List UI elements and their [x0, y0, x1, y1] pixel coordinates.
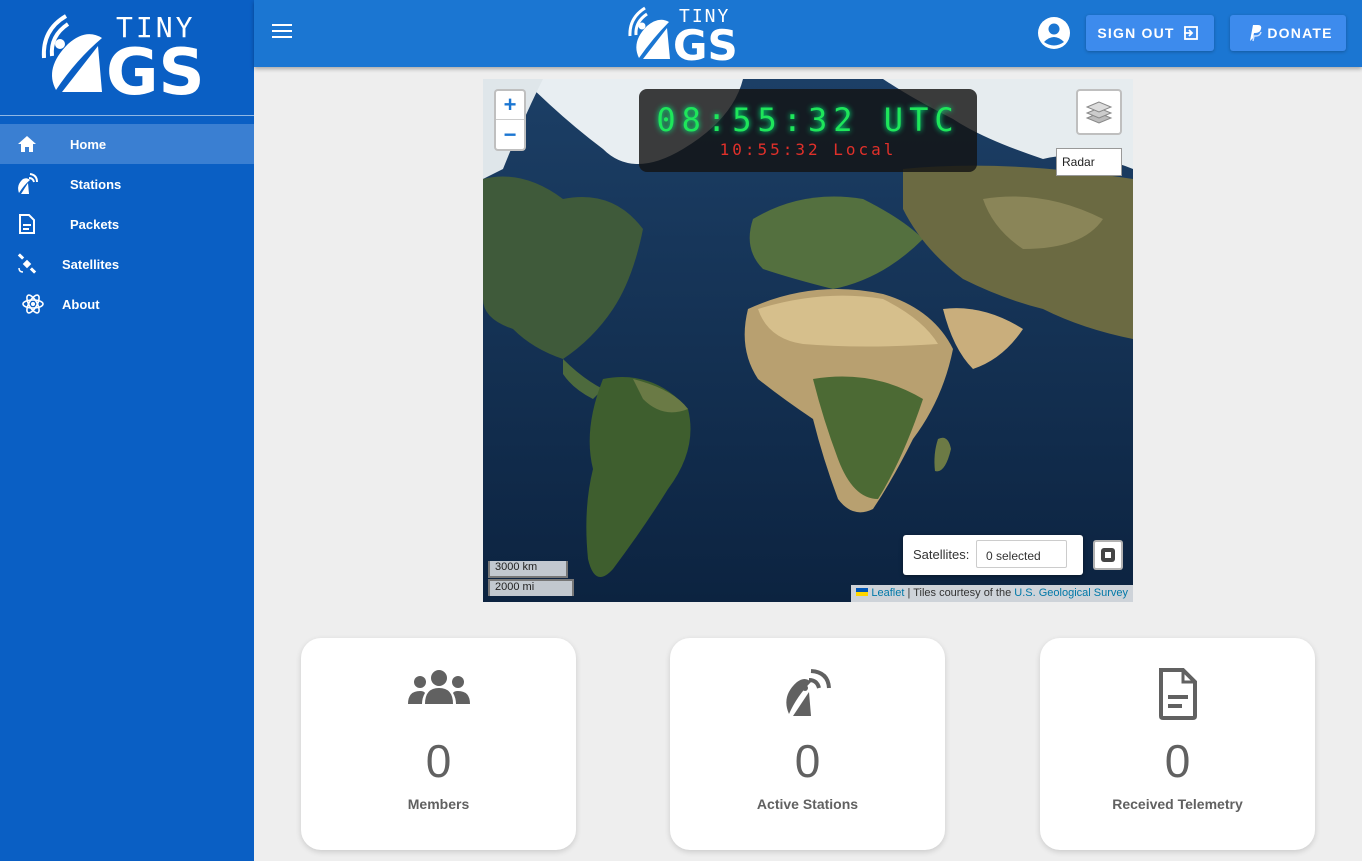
sidebar-item-label: About: [62, 296, 100, 312]
satellites-label: Satellites:: [913, 547, 970, 562]
stat-card-received-telemetry: 0 Received Telemetry: [1040, 638, 1315, 850]
clock-panel: 08:55:32 UTC 10:55:32 Local: [639, 89, 977, 172]
menu-icon[interactable]: [272, 24, 292, 42]
donate-label: DONATE: [1267, 25, 1333, 41]
fullscreen-button[interactable]: [1093, 540, 1123, 570]
logo-gs-text: GS: [673, 21, 738, 64]
sign-out-icon: [1183, 26, 1198, 40]
ukraine-flag-icon: [856, 588, 869, 596]
world-map[interactable]: + − 08:55:32 UTC 10:55:32 Local Radar Sa…: [483, 79, 1133, 602]
users-icon: [407, 670, 470, 704]
usgs-link[interactable]: U.S. Geological Survey: [1014, 587, 1128, 599]
received-telemetry-label: Received Telemetry: [1112, 796, 1243, 812]
members-count: 0: [425, 735, 452, 787]
sidebar-item-packets[interactable]: Packets: [0, 204, 254, 244]
satellite-dish-icon: [785, 669, 831, 716]
fullscreen-icon: [1101, 548, 1115, 562]
sidebar-item-label: Packets: [70, 216, 120, 232]
map-attribution: Leaflet | Tiles courtesy of the U.S. Geo…: [851, 585, 1133, 602]
paypal-icon: [1250, 25, 1263, 42]
tinygs-logo-icon[interactable]: TINY GS: [627, 4, 747, 64]
logo-gs-text: GS: [106, 36, 205, 100]
sidebar-nav: Home Stations Packets Satellites About: [0, 124, 254, 324]
sign-out-label: SIGN OUT: [1097, 25, 1175, 41]
stat-card-active-stations: 0 Active Stations: [670, 638, 945, 850]
sidebar-item-label: Satellites: [62, 256, 120, 272]
zoom-out-button[interactable]: −: [496, 120, 524, 149]
layers-icon: [1085, 101, 1113, 124]
sidebar-item-label: Home: [70, 136, 107, 152]
satellites-select[interactable]: 0 selected: [976, 540, 1067, 568]
attribution-text: | Tiles courtesy of the: [904, 587, 1015, 599]
received-telemetry-count: 0: [1164, 735, 1191, 787]
scale-mi: 2000 mi: [488, 579, 574, 596]
zoom-in-button[interactable]: +: [496, 91, 524, 120]
scale-km: 3000 km: [488, 561, 568, 578]
local-time: 10:55:32 Local: [719, 140, 897, 159]
home-icon: [14, 132, 40, 156]
document-icon: [14, 212, 40, 236]
satellite-icon: [14, 252, 40, 276]
sidebar-item-label: Stations: [70, 176, 122, 192]
utc-time: 08:55:32 UTC: [656, 101, 960, 139]
active-stations-label: Active Stations: [756, 796, 859, 812]
zoom-control: + −: [494, 89, 526, 151]
sidebar: TINY GS Home Stations Packets Satellites…: [0, 0, 254, 861]
active-stations-count: 0: [794, 735, 821, 787]
layers-button[interactable]: [1076, 89, 1122, 135]
stat-card-members: 0 Members: [301, 638, 576, 850]
account-icon[interactable]: [1038, 17, 1070, 49]
satellites-control: Satellites: 0 selected: [903, 535, 1083, 575]
atom-icon: [20, 292, 46, 316]
leaflet-link[interactable]: Leaflet: [871, 587, 904, 599]
members-label: Members: [407, 796, 470, 812]
sidebar-item-stations[interactable]: Stations: [0, 164, 254, 204]
tinygs-logo-icon: TINY GS: [41, 11, 205, 100]
document-icon: [1158, 668, 1197, 720]
satellite-dish-icon: [14, 172, 40, 196]
sidebar-item-about[interactable]: About: [0, 284, 254, 324]
sign-out-button[interactable]: SIGN OUT: [1086, 15, 1214, 51]
layer-option-radar[interactable]: Radar: [1056, 148, 1122, 176]
sidebar-item-home[interactable]: Home: [0, 124, 254, 164]
sidebar-item-satellites[interactable]: Satellites: [0, 244, 254, 284]
donate-button[interactable]: DONATE: [1230, 15, 1346, 51]
sidebar-logo[interactable]: TINY GS: [0, 0, 254, 116]
top-bar: TINY GS SIGN OUT DONATE: [254, 0, 1362, 67]
